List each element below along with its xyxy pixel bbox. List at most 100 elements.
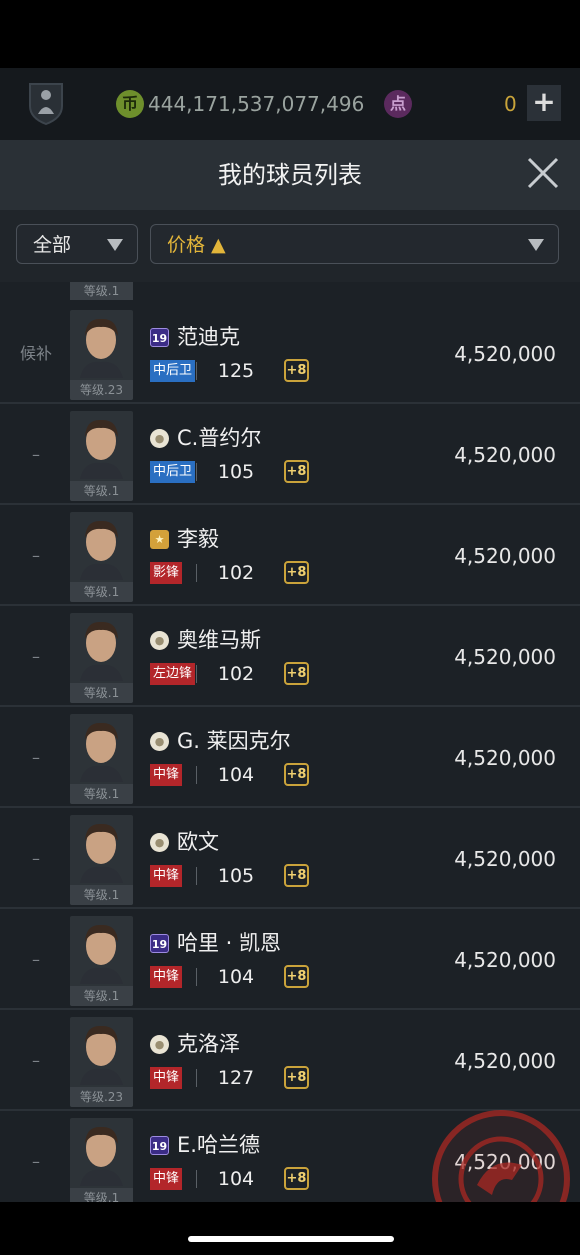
- player-price: 4,520,000: [454, 645, 556, 669]
- season-badge-icon: ●: [150, 429, 169, 448]
- category-dropdown[interactable]: 全部: [16, 224, 138, 264]
- player-price: 4,520,000: [454, 746, 556, 770]
- level-badge: 等级.1: [70, 481, 133, 501]
- sort-dropdown[interactable]: 价格 ▲: [150, 224, 559, 264]
- player-name: 欧文: [177, 830, 219, 854]
- player-list[interactable]: 等级.1 候补 等级.23 19 范迪克 中后卫 125 +8 4,520,000 – 等级.1 ●…: [0, 282, 580, 1202]
- overall-rating: 102: [217, 562, 255, 584]
- player-price: 4,520,000: [454, 948, 556, 972]
- position-badge: 中锋: [150, 1067, 183, 1089]
- player-avatar[interactable]: 等级.1: [70, 714, 133, 804]
- add-points-button[interactable]: +: [527, 85, 561, 121]
- overall-rating: 127: [217, 1067, 255, 1089]
- filter-bar: 全部 价格 ▲: [0, 210, 580, 282]
- divider: [196, 1170, 197, 1188]
- level-badge: 等级.1: [70, 784, 133, 804]
- squad-status: –: [32, 748, 40, 767]
- player-name: C.普约尔: [177, 426, 262, 450]
- squad-status: –: [32, 445, 40, 464]
- home-bar: [0, 1202, 580, 1255]
- category-label: 全部: [33, 234, 72, 256]
- player-face-icon: [80, 520, 123, 580]
- player-avatar[interactable]: 等级.1: [70, 916, 133, 1006]
- season-badge-icon: ●: [150, 833, 169, 852]
- player-face-icon: [80, 1126, 123, 1186]
- overall-rating: 105: [217, 461, 255, 483]
- squad-status: –: [32, 546, 40, 565]
- level-badge: 等级.1: [70, 282, 133, 300]
- player-avatar[interactable]: 等级.1: [70, 411, 133, 501]
- season-badge-icon: 19: [150, 328, 169, 347]
- panel-header: 我的球员列表: [0, 140, 580, 210]
- player-avatar[interactable]: 等级.1: [70, 1118, 133, 1202]
- squad-status: –: [32, 647, 40, 666]
- player-price: 4,520,000: [454, 847, 556, 871]
- player-price: 4,520,000: [454, 1049, 556, 1073]
- player-row[interactable]: – 等级.1 ★ 李毅 影锋 102 +8 4,520,000: [0, 506, 580, 606]
- player-avatar[interactable]: 等级.23: [70, 310, 133, 400]
- level-badge: 等级.1: [70, 885, 133, 905]
- player-name: E.哈兰德: [177, 1133, 260, 1157]
- squad-status: 候补: [19, 344, 52, 363]
- club-emblem-icon[interactable]: [26, 80, 66, 126]
- sort-label: 价格 ▲: [167, 234, 226, 256]
- upgrade-badge: +8: [284, 359, 309, 382]
- player-name: 哈里 · 凯恩: [177, 931, 282, 955]
- overall-rating: 102: [217, 663, 255, 685]
- upgrade-badge: +8: [284, 1066, 309, 1089]
- status-bar: [0, 0, 580, 68]
- season-badge-icon: ●: [150, 631, 169, 650]
- player-name: 李毅: [177, 527, 219, 551]
- point-icon: 点: [384, 90, 412, 118]
- upgrade-badge: +8: [284, 1167, 309, 1190]
- level-badge: 等级.23: [70, 1087, 133, 1107]
- page-title: 我的球员列表: [218, 161, 362, 189]
- position-badge: 左边锋: [150, 663, 196, 685]
- player-face-icon: [80, 318, 123, 378]
- player-face-icon: [80, 722, 123, 782]
- player-price: 4,520,000: [454, 544, 556, 568]
- level-badge: 等级.1: [70, 986, 133, 1006]
- chevron-down-icon: [528, 239, 544, 251]
- overall-rating: 104: [217, 764, 255, 786]
- player-row[interactable]: – 等级.23 ● 克洛泽 中锋 127 +8 4,520,000: [0, 1011, 580, 1111]
- player-row[interactable]: – 等级.1 ● C.普约尔 中后卫 105 +8 4,520,000: [0, 405, 580, 505]
- player-row[interactable]: 候补 等级.23 19 范迪克 中后卫 125 +8 4,520,000: [0, 304, 580, 404]
- player-face-icon: [80, 419, 123, 479]
- player-face-icon: [80, 621, 123, 681]
- position-badge: 中锋: [150, 865, 183, 887]
- coin-icon: 币: [116, 90, 144, 118]
- close-icon[interactable]: [526, 156, 560, 190]
- season-badge-icon: 19: [150, 1136, 169, 1155]
- player-avatar[interactable]: 等级.1: [70, 613, 133, 703]
- player-face-icon: [80, 823, 123, 883]
- player-row[interactable]: – 等级.1 ● 奥维马斯 左边锋 102 +8 4,520,000: [0, 607, 580, 707]
- player-price: 4,520,000: [454, 342, 556, 366]
- player-row[interactable]: – 等级.1 ● 欧文 中锋 105 +8 4,520,000: [0, 809, 580, 909]
- upgrade-badge: +8: [284, 864, 309, 887]
- player-row[interactable]: – 等级.1 ● G. 莱因克尔 中锋 104 +8 4,520,000: [0, 708, 580, 808]
- player-avatar[interactable]: 等级.1: [70, 512, 133, 602]
- divider: [196, 766, 197, 784]
- position-badge: 中后卫: [150, 360, 196, 382]
- position-badge: 中后卫: [150, 461, 196, 483]
- coin-balance: 444,171,537,077,496: [148, 92, 365, 116]
- player-avatar[interactable]: 等级.1: [70, 815, 133, 905]
- upgrade-badge: +8: [284, 561, 309, 584]
- squad-status: –: [32, 950, 40, 969]
- level-badge: 等级.1: [70, 683, 133, 703]
- home-indicator[interactable]: [188, 1236, 394, 1242]
- position-badge: 中锋: [150, 966, 183, 988]
- divider: [196, 463, 197, 481]
- player-name: G. 莱因克尔: [177, 729, 291, 753]
- currency-bar: 币 444,171,537,077,496 点 0 +: [0, 68, 580, 140]
- overall-rating: 104: [217, 1168, 255, 1190]
- player-row[interactable]: – 等级.1 19 哈里 · 凯恩 中锋 104 +8 4,520,000: [0, 910, 580, 1010]
- level-badge: 等级.1: [70, 582, 133, 602]
- level-badge: 等级.23: [70, 380, 133, 400]
- player-name: 范迪克: [177, 325, 240, 349]
- squad-status: –: [32, 1152, 40, 1171]
- upgrade-badge: +8: [284, 965, 309, 988]
- season-badge-icon: ●: [150, 732, 169, 751]
- player-avatar[interactable]: 等级.23: [70, 1017, 133, 1107]
